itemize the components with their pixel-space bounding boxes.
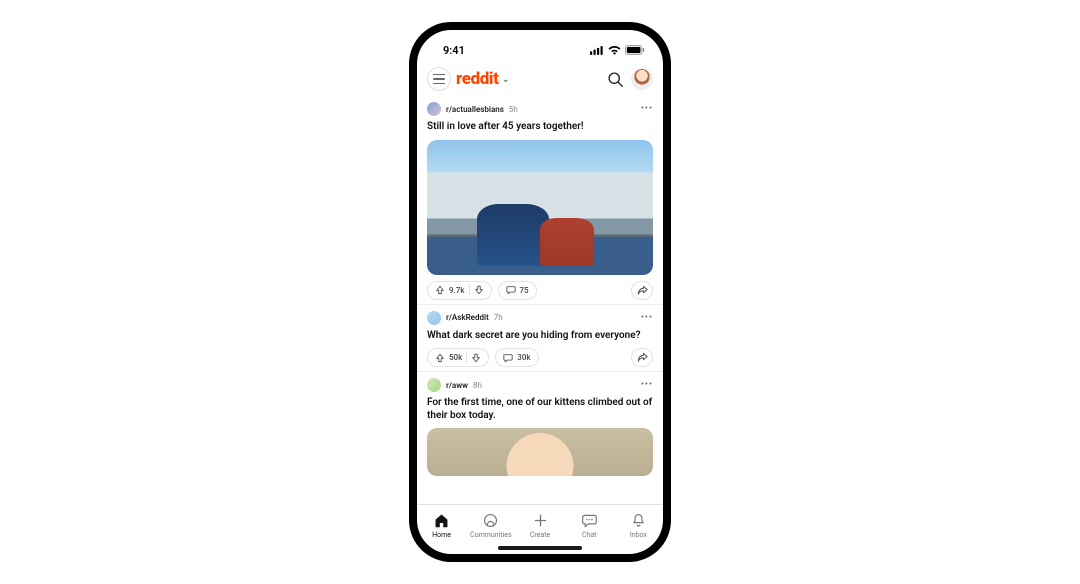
tab-label: Home — [432, 531, 451, 539]
tab-label: Chat — [582, 531, 597, 539]
upvote-count: 50k — [449, 353, 462, 362]
phone-screen: 9:41 reddit ⌄ — [417, 30, 663, 554]
comment-count: 75 — [520, 286, 529, 295]
comment-icon — [506, 285, 516, 295]
reddit-logo[interactable]: reddit — [456, 69, 499, 89]
search-button[interactable] — [604, 68, 626, 90]
post-image[interactable] — [427, 140, 653, 275]
subreddit-avatar[interactable] — [427, 378, 441, 392]
user-avatar[interactable] — [631, 68, 653, 90]
post-menu-button[interactable]: ••• — [641, 380, 653, 390]
upvote-count: 9.7k — [449, 286, 465, 295]
feed[interactable]: r/actuallesbians 5h ••• Still in love af… — [417, 96, 663, 504]
post-image[interactable] — [427, 428, 653, 476]
plus-icon — [532, 512, 549, 529]
post-actions: 9.7k 75 — [427, 281, 653, 300]
feed-post[interactable]: r/AskReddit 7h ••• What dark secret are … — [417, 304, 663, 372]
post-title[interactable]: For the first time, one of our kittens c… — [427, 397, 653, 422]
comments-button[interactable]: 30k — [495, 348, 538, 367]
communities-icon — [482, 512, 499, 529]
search-icon — [607, 71, 624, 88]
subreddit-avatar[interactable] — [427, 311, 441, 325]
status-time: 9:41 — [443, 44, 465, 57]
comment-icon — [503, 353, 513, 363]
ios-home-indicator[interactable] — [498, 546, 582, 550]
tab-label: Inbox — [630, 531, 647, 539]
tab-communities[interactable]: Communities — [466, 505, 515, 546]
bell-icon — [630, 512, 647, 529]
comments-button[interactable]: 75 — [498, 281, 537, 300]
share-button[interactable] — [631, 348, 653, 367]
share-icon — [637, 285, 648, 296]
tab-create[interactable]: Create — [515, 505, 564, 546]
vote-pill[interactable]: 9.7k — [427, 281, 492, 300]
post-title[interactable]: Still in love after 45 years together! — [427, 121, 653, 134]
post-title[interactable]: What dark secret are you hiding from eve… — [427, 330, 653, 343]
post-age: 5h — [509, 105, 518, 114]
subreddit-link[interactable]: r/aww — [446, 381, 468, 390]
vote-pill[interactable]: 50k — [427, 348, 489, 367]
tab-home[interactable]: Home — [417, 505, 466, 546]
app-header: reddit ⌄ — [417, 62, 663, 96]
chat-icon — [581, 512, 598, 529]
comment-count: 30k — [517, 353, 530, 362]
battery-icon — [625, 45, 645, 55]
upvote-icon[interactable] — [435, 353, 445, 363]
feed-dropdown-chevron-icon[interactable]: ⌄ — [502, 74, 510, 85]
tab-inbox[interactable]: Inbox — [614, 505, 663, 546]
share-icon — [637, 352, 648, 363]
post-age: 7h — [494, 313, 503, 322]
subreddit-link[interactable]: r/AskReddit — [446, 313, 489, 322]
tab-label: Communities — [470, 531, 512, 539]
home-icon — [433, 512, 450, 529]
subreddit-link[interactable]: r/actuallesbians — [446, 105, 504, 114]
downvote-icon[interactable] — [474, 285, 484, 295]
feed-post[interactable]: r/aww 8h ••• For the first time, one of … — [417, 371, 663, 480]
post-menu-button[interactable]: ••• — [641, 313, 653, 323]
signal-icon — [590, 46, 604, 55]
ios-status-bar: 9:41 — [417, 30, 663, 62]
wifi-icon — [608, 46, 621, 55]
status-indicators — [590, 45, 645, 55]
phone-frame: 9:41 reddit ⌄ — [409, 22, 671, 562]
upvote-icon[interactable] — [435, 285, 445, 295]
post-actions: 50k 30k — [427, 348, 653, 367]
hamburger-menu-button[interactable] — [427, 67, 451, 91]
feed-post[interactable]: r/actuallesbians 5h ••• Still in love af… — [417, 96, 663, 304]
downvote-icon[interactable] — [471, 353, 481, 363]
share-button[interactable] — [631, 281, 653, 300]
subreddit-avatar[interactable] — [427, 102, 441, 116]
post-age: 8h — [473, 381, 482, 390]
tab-label: Create — [530, 531, 550, 539]
tab-chat[interactable]: Chat — [565, 505, 614, 546]
post-menu-button[interactable]: ••• — [641, 104, 653, 114]
